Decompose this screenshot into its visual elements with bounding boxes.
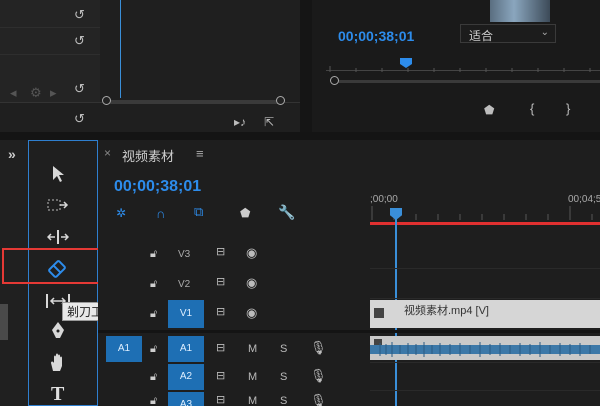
menu-icon[interactable]: ≡	[196, 146, 204, 161]
source-row-divider	[0, 27, 100, 28]
clip-fx-icon	[374, 308, 384, 318]
in-point-icon[interactable]: {	[530, 102, 534, 115]
fit-select[interactable]: 适合 ⌄	[460, 24, 556, 43]
undo-icon[interactable]: ↺	[74, 8, 85, 21]
track-header-a1: A1 🔓︎ A1 ⊟ M S 🎙︎	[98, 336, 370, 362]
chevron-down-icon: ⌄	[540, 27, 549, 38]
solo-button[interactable]: S	[280, 343, 287, 355]
scroll-handle-right[interactable]	[276, 96, 285, 105]
scroll-handle-left[interactable]	[330, 76, 339, 85]
fit-select-value: 适合	[469, 29, 494, 43]
out-point-icon[interactable]: }	[566, 102, 570, 115]
program-scrollbar[interactable]	[334, 80, 600, 83]
track-header-v1: 🔓︎ V1 ⊟ ◉	[98, 300, 370, 328]
track-header-a2: 🔓︎ A2 ⊟ M S 🎙︎	[98, 364, 370, 390]
track-target-a1[interactable]: A1	[168, 336, 204, 362]
audio-clip[interactable]	[370, 336, 600, 360]
close-icon[interactable]: ×	[104, 146, 111, 160]
track-header-v2: 🔓︎ V2 ⊟ ◉	[98, 270, 370, 298]
source-row-divider	[0, 54, 100, 55]
clip-row-divider	[370, 390, 600, 391]
track-select-tool-icon[interactable]	[47, 197, 69, 213]
hand-tool-icon[interactable]	[48, 353, 68, 373]
chevron-left-icon[interactable]: ◂	[10, 86, 17, 99]
export-frame-icon[interactable]: ⇱	[264, 116, 274, 128]
ripple-edit-tool-icon[interactable]	[47, 229, 69, 245]
wrench-icon[interactable]: 🔧	[278, 204, 295, 221]
timeline-panel: × 视频素材 ≡ 00;00;38;01 ✲ ∩ ⧉ ⬟ 🔧 ;00;00 00…	[98, 140, 600, 406]
linked-selection-icon[interactable]: ⧉	[194, 204, 203, 220]
work-area-bar[interactable]	[370, 222, 600, 225]
mute-button[interactable]: M	[248, 371, 257, 383]
panel-divider[interactable]	[300, 0, 312, 132]
video-preview-image	[490, 0, 550, 22]
track-separator	[98, 330, 600, 333]
selection-tool-icon[interactable]	[51, 165, 65, 183]
lock-icon[interactable]: 🔓︎	[150, 308, 157, 321]
sync-lock-icon[interactable]: ⊟	[216, 395, 225, 406]
clip-row-divider	[370, 298, 600, 299]
timeline-title[interactable]: 视频素材	[122, 146, 174, 165]
ruler-ticks	[371, 206, 593, 220]
solo-button[interactable]: S	[280, 371, 287, 383]
source-patch-a1[interactable]: A1	[106, 336, 142, 362]
track-name-v2[interactable]: V2	[178, 279, 190, 290]
microphone-icon[interactable]: 🎙︎	[310, 394, 327, 406]
undo-icon[interactable]: ↺	[74, 112, 85, 125]
eye-icon[interactable]: ◉	[246, 276, 257, 289]
sync-lock-icon[interactable]: ⊟	[216, 247, 225, 258]
ruler-end-label: 00;04;5	[568, 194, 600, 205]
microphone-icon[interactable]: 🎙︎	[310, 369, 327, 382]
program-timecode[interactable]: 00;00;38;01	[338, 28, 414, 44]
insert-audio-icon[interactable]: ▸♪	[234, 116, 246, 128]
expand-panels-icon[interactable]: »	[8, 146, 16, 162]
eye-icon[interactable]: ◉	[246, 246, 257, 259]
track-target-a2[interactable]: A2	[168, 364, 204, 390]
sync-lock-icon[interactable]: ⊟	[216, 343, 225, 354]
audio-waveform	[370, 342, 600, 357]
panel-divider[interactable]	[0, 132, 600, 140]
video-clip-label: 视频素材.mp4 [V]	[404, 305, 489, 317]
lock-icon[interactable]: 🔓︎	[150, 278, 157, 291]
track-target-a3[interactable]: A3	[168, 392, 204, 406]
timeline-timecode[interactable]: 00;00;38;01	[114, 178, 201, 196]
type-tool-icon[interactable]: T	[51, 383, 64, 406]
sync-lock-icon[interactable]: ⊟	[216, 277, 225, 288]
scroll-handle-left[interactable]	[102, 96, 111, 105]
eye-icon[interactable]: ◉	[246, 306, 257, 319]
microphone-icon[interactable]: 🎙︎	[310, 341, 327, 354]
add-marker-icon[interactable]: ⬟	[240, 206, 250, 220]
chevron-right-icon[interactable]: ▸	[50, 86, 57, 99]
ruler-start-label: ;00;00	[370, 194, 398, 205]
lock-icon[interactable]: 🔓︎	[150, 395, 157, 406]
track-name-v3[interactable]: V3	[178, 249, 190, 260]
source-scrollbar[interactable]	[106, 100, 282, 104]
pen-tool-icon[interactable]	[49, 321, 67, 341]
source-monitor-panel: ↺ ↺ ◂ ⚙ ▸ ↺ ↺ ▸♪ ⇱	[0, 0, 300, 132]
marker-icon[interactable]: ⬟	[484, 104, 494, 116]
source-playhead-line	[120, 0, 121, 98]
lock-icon[interactable]: 🔓︎	[150, 371, 157, 384]
snap-icon[interactable]: ∩	[156, 206, 165, 221]
track-header-a3: 🔓︎ A3 ⊟ M S 🎙︎	[98, 392, 370, 406]
video-clip[interactable]: 视频素材.mp4 [V]	[370, 300, 600, 328]
lock-icon[interactable]: 🔓︎	[150, 248, 157, 261]
program-ruler-ticks	[329, 66, 591, 72]
track-target-v1[interactable]: V1	[168, 300, 204, 328]
sync-lock-icon[interactable]: ⊟	[216, 307, 225, 318]
sync-lock-icon[interactable]: ⊟	[216, 371, 225, 382]
undo-icon[interactable]: ↺	[74, 34, 85, 47]
nest-toggle-icon[interactable]: ✲	[116, 206, 126, 220]
lock-icon[interactable]: 🔓︎	[150, 343, 157, 356]
undo-icon[interactable]: ↺	[74, 82, 85, 95]
clip-row-divider	[370, 362, 600, 363]
mute-button[interactable]: M	[248, 343, 257, 355]
settings-icon[interactable]: ⚙	[30, 86, 42, 99]
mute-button[interactable]: M	[248, 395, 257, 406]
solo-button[interactable]: S	[280, 395, 287, 406]
panel-scroll-thumb[interactable]	[0, 304, 8, 340]
clip-row-divider	[370, 268, 600, 269]
program-monitor-panel: 00;00;38;01 适合 ⌄ ⬟ { }	[312, 0, 600, 132]
track-header-v3: 🔓︎ V3 ⊟ ◉	[98, 240, 370, 268]
